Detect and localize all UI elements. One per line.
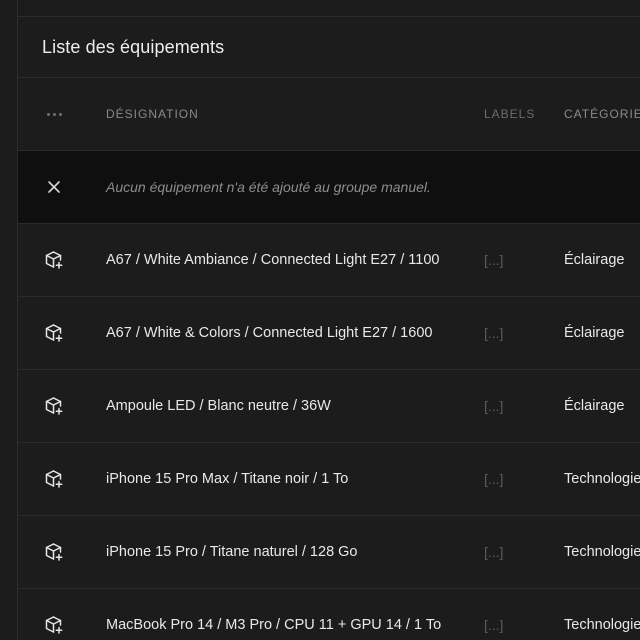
package-plus-icon[interactable] <box>42 467 66 491</box>
left-rail <box>0 0 18 640</box>
row-category: Technologie <box>564 544 640 560</box>
row-labels[interactable]: [...] <box>484 471 503 487</box>
table-row[interactable]: iPhone 15 Pro / Titane naturel / 128 Go … <box>18 516 640 589</box>
row-designation: iPhone 15 Pro Max / Titane noir / 1 To <box>106 471 349 487</box>
panel-header: Liste des équipements <box>18 17 640 78</box>
more-horizontal-icon[interactable] <box>42 102 66 126</box>
equipment-table: DÉSIGNATION LABELS CATÉGORIE Aucun équip… <box>18 78 640 640</box>
row-designation: A67 / White & Colors / Connected Light E… <box>106 325 433 341</box>
table-row[interactable]: iPhone 15 Pro Max / Titane noir / 1 To [… <box>18 443 640 516</box>
package-plus-icon[interactable] <box>42 540 66 564</box>
package-plus-icon[interactable] <box>42 613 66 637</box>
row-designation: iPhone 15 Pro / Titane naturel / 128 Go <box>106 544 358 560</box>
row-labels[interactable]: [...] <box>484 544 503 560</box>
top-bar <box>0 0 640 17</box>
column-header-category[interactable]: CATÉGORIE <box>564 107 640 121</box>
row-category: Éclairage <box>564 252 625 268</box>
row-category: Éclairage <box>564 325 625 341</box>
table-row[interactable]: A67 / White Ambiance / Connected Light E… <box>18 224 640 297</box>
close-icon[interactable] <box>42 175 66 199</box>
row-category: Technologie <box>564 617 640 633</box>
empty-message: Aucun équipement n'a été ajouté au group… <box>106 179 431 195</box>
table-row[interactable]: A67 / White & Colors / Connected Light E… <box>18 297 640 370</box>
package-plus-icon[interactable] <box>42 321 66 345</box>
page-title: Liste des équipements <box>42 36 225 57</box>
column-header-labels[interactable]: LABELS <box>484 107 535 121</box>
row-category: Éclairage <box>564 398 625 414</box>
column-header-designation[interactable]: DÉSIGNATION <box>106 107 199 121</box>
table-row[interactable]: MacBook Pro 14 / M3 Pro / CPU 11 + GPU 1… <box>18 589 640 640</box>
table-row[interactable]: Ampoule LED / Blanc neutre / 36W [...] É… <box>18 370 640 443</box>
row-labels[interactable]: [...] <box>484 617 503 633</box>
equipment-panel: Liste des équipements DÉSIGNATION LABELS… <box>18 17 640 640</box>
package-plus-icon[interactable] <box>42 248 66 272</box>
row-designation: A67 / White Ambiance / Connected Light E… <box>106 252 440 268</box>
row-labels[interactable]: [...] <box>484 252 503 268</box>
row-designation: Ampoule LED / Blanc neutre / 36W <box>106 398 331 414</box>
package-plus-icon[interactable] <box>42 394 66 418</box>
row-designation: MacBook Pro 14 / M3 Pro / CPU 11 + GPU 1… <box>106 617 442 633</box>
row-labels[interactable]: [...] <box>484 325 503 341</box>
row-labels[interactable]: [...] <box>484 398 503 414</box>
app-window: Liste des équipements DÉSIGNATION LABELS… <box>0 0 640 640</box>
empty-state-row: Aucun équipement n'a été ajouté au group… <box>18 151 640 224</box>
row-category: Technologie <box>564 471 640 487</box>
table-header-row: DÉSIGNATION LABELS CATÉGORIE <box>18 78 640 151</box>
